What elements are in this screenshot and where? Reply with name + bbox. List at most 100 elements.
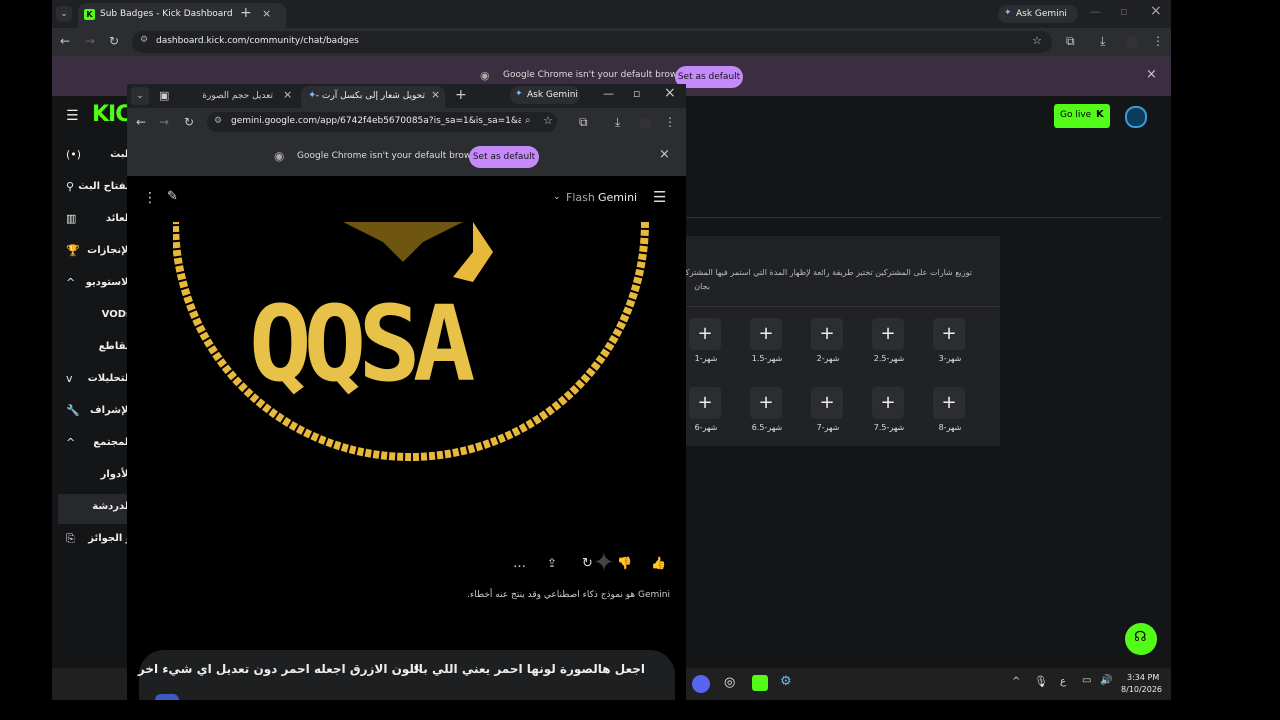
maximize-icon[interactable]: ▫ xyxy=(1120,5,1127,18)
add-badge-button[interactable]: + xyxy=(689,318,721,350)
menu-kebab-icon[interactable]: ⋮ xyxy=(1152,34,1164,48)
site-info-icon[interactable]: ⚙ xyxy=(140,35,148,45)
extensions-icon[interactable]: ⧉ xyxy=(579,115,588,130)
set-default-button[interactable]: Set as default xyxy=(469,146,539,168)
regenerate-icon[interactable]: ↻ xyxy=(582,556,593,571)
add-badge-button[interactable]: + xyxy=(872,387,904,419)
tab-image-resize[interactable]: ▣ تعديل حجم الصورة × xyxy=(157,88,297,108)
add-badge-button[interactable]: + xyxy=(811,318,843,350)
chevron-down-icon[interactable]: ⌄ xyxy=(553,192,561,202)
hamburger-menu-icon[interactable]: ☰ xyxy=(66,108,79,124)
download-icon[interactable]: ⤓ xyxy=(1100,34,1105,49)
prompt-input-area[interactable]: اجعل هالصورة لونها احمر يعني اللي باللون… xyxy=(138,650,675,700)
steam-icon[interactable]: ⚙ xyxy=(780,674,792,689)
tab-search-button[interactable]: ⌄ xyxy=(56,6,72,22)
extensions-icon[interactable]: ⧉ xyxy=(1066,34,1075,49)
upload-button[interactable] xyxy=(155,694,179,700)
sidebar-item-label: و الجوائز xyxy=(88,533,132,544)
forward-arrow-icon[interactable]: → xyxy=(85,34,95,48)
badge-label: شهر-8 xyxy=(938,423,962,432)
reload-icon[interactable]: ↻ xyxy=(109,34,119,48)
sidebar-item-icon: ⚲ xyxy=(66,180,75,193)
add-badge-button[interactable]: + xyxy=(689,387,721,419)
tab-search-button[interactable]: ⌄ xyxy=(131,87,149,105)
prompt-text[interactable]: اجعل هالصورة لونها احمر يعني اللي باللون… xyxy=(138,662,645,676)
close-window-icon[interactable]: × xyxy=(664,85,676,101)
network-icon[interactable]: ▭ xyxy=(1082,675,1091,686)
close-infobar-icon[interactable]: × xyxy=(1146,67,1157,82)
thumbs-down-icon[interactable]: 👎 xyxy=(617,556,632,570)
language-indicator[interactable]: ع xyxy=(1060,676,1066,687)
add-badge-button[interactable]: + xyxy=(933,387,965,419)
zoom-icon[interactable]: ⌕ xyxy=(525,115,531,126)
badge-label: شهر-2.5 xyxy=(873,354,905,363)
forward-arrow-icon[interactable]: → xyxy=(159,115,169,129)
tray-chevron-icon[interactable]: ^ xyxy=(1012,676,1020,687)
discord-icon[interactable] xyxy=(692,675,710,693)
chrome-icon: ◉ xyxy=(480,69,490,82)
add-badge-button[interactable]: + xyxy=(872,318,904,350)
bookmark-star-icon[interactable]: ☆ xyxy=(543,114,553,127)
clock-date[interactable]: 8/10/2026 xyxy=(1121,685,1162,694)
add-badge-button[interactable]: + xyxy=(933,318,965,350)
go-live-button[interactable]: Go live K xyxy=(1054,104,1110,128)
close-window-icon[interactable]: × xyxy=(1150,3,1162,19)
address-bar[interactable]: ⚙ gemini.google.com/app/6742f4eb5670085a… xyxy=(207,112,557,132)
sidebar-item-icon: 🏆 xyxy=(66,244,80,257)
model-label[interactable]: Flash xyxy=(566,191,595,204)
gemini-browser-window: ⌄ ▣ تعديل حجم الصورة × ✦ تحويل شعار إلى … xyxy=(127,84,686,700)
thumbs-up-icon[interactable]: 👍 xyxy=(651,556,666,570)
share-icon[interactable]: ⇪ xyxy=(547,556,557,570)
clock-time[interactable]: 3:34 PM xyxy=(1127,673,1159,682)
generated-image[interactable]: QQSA xyxy=(173,222,649,528)
infobar-text: Google Chrome isn't your default browser xyxy=(297,151,486,161)
close-infobar-icon[interactable]: × xyxy=(659,147,670,162)
tab-title: Sub Badges - Kick Dashboard xyxy=(100,9,233,19)
tab-kick-dashboard[interactable]: K Sub Badges - Kick Dashboard × xyxy=(78,3,286,28)
new-tab-button[interactable]: + xyxy=(240,5,252,21)
tab-gemini-pixel-art[interactable]: ✦ تحويل شعار إلى بكسل آرت - × xyxy=(301,86,445,108)
divider xyxy=(686,217,1161,218)
kick-app-icon[interactable] xyxy=(752,675,768,691)
sidebar-item-icon: ^ xyxy=(66,276,76,289)
profile-avatar[interactable] xyxy=(1126,36,1138,48)
close-tab-icon[interactable]: × xyxy=(283,88,292,101)
bookmark-star-icon[interactable]: ☆ xyxy=(1032,34,1042,47)
reload-icon[interactable]: ↻ xyxy=(184,115,194,129)
kick-logo[interactable]: KIC xyxy=(92,102,131,127)
microphone-icon[interactable]: 🎙 xyxy=(1034,675,1048,688)
front-toolbar: ← → ↻ ⚙ gemini.google.com/app/6742f4eb56… xyxy=(127,108,686,136)
more-actions-icon[interactable]: … xyxy=(513,556,526,571)
default-browser-infobar: ◉ Google Chrome isn't your default brows… xyxy=(127,136,686,176)
download-icon[interactable]: ⤓ xyxy=(615,115,620,130)
ask-gemini-button[interactable]: ✦ Ask Gemini xyxy=(998,5,1078,23)
new-chat-icon[interactable]: ✎ xyxy=(167,189,178,204)
add-badge-button[interactable]: + xyxy=(750,318,782,350)
profile-avatar[interactable] xyxy=(639,117,651,129)
add-badge-button[interactable]: + xyxy=(811,387,843,419)
support-chat-button[interactable]: ☊ xyxy=(1125,623,1157,655)
sidebar-item-label: الإشراف xyxy=(90,405,132,416)
add-badge-button[interactable]: + xyxy=(750,387,782,419)
address-bar[interactable]: ⚙ dashboard.kick.com/community/chat/badg… xyxy=(132,31,1052,53)
volume-icon[interactable]: 🔊 xyxy=(1100,675,1112,686)
sub-badges-panel: توزيع شارات على المشتركين تختبر طريقة را… xyxy=(672,236,1000,446)
more-options-icon[interactable]: ⋮ xyxy=(143,190,157,206)
back-arrow-icon[interactable]: ← xyxy=(136,115,146,129)
maximize-icon[interactable]: ▫ xyxy=(633,87,640,100)
minimize-icon[interactable]: — xyxy=(603,87,614,100)
obs-icon[interactable]: ◎ xyxy=(724,675,735,690)
tab-title: تعديل حجم الصورة xyxy=(202,91,273,101)
close-tab-icon[interactable]: × xyxy=(262,7,271,20)
logo-text: QQSA xyxy=(249,283,475,405)
close-tab-icon[interactable]: × xyxy=(431,88,440,101)
new-tab-button[interactable]: + xyxy=(455,87,467,103)
site-info-icon[interactable]: ⚙ xyxy=(214,116,222,126)
user-avatar[interactable] xyxy=(1125,106,1147,128)
hamburger-menu-icon[interactable]: ☰ xyxy=(653,188,666,206)
minimize-icon[interactable]: — xyxy=(1090,5,1101,18)
ask-gemini-button[interactable]: ✦ Ask Gemini xyxy=(510,86,580,104)
back-arrow-icon[interactable]: ← xyxy=(60,34,70,48)
menu-kebab-icon[interactable]: ⋮ xyxy=(664,115,676,129)
front-tab-bar: ⌄ ▣ تعديل حجم الصورة × ✦ تحويل شعار إلى … xyxy=(127,84,686,108)
